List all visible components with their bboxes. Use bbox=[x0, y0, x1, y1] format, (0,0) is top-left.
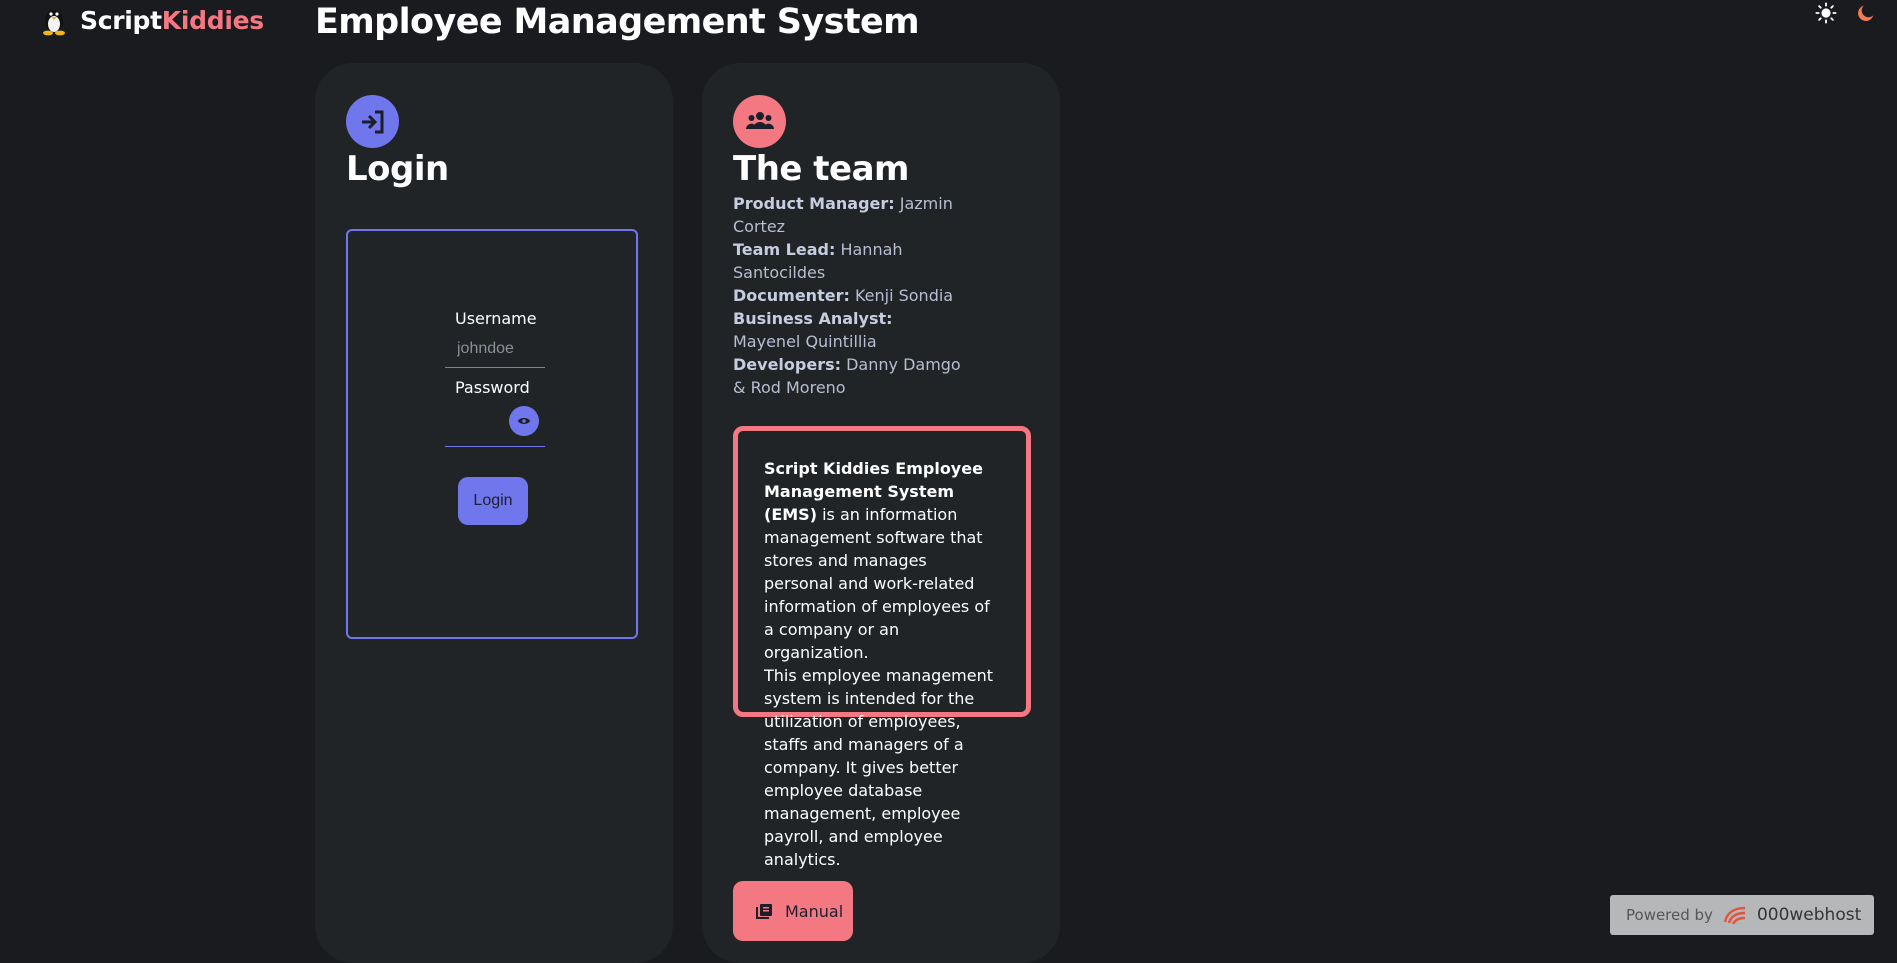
manual-button[interactable]: Manual bbox=[733, 881, 853, 941]
host-name: 000webhost bbox=[1756, 905, 1862, 925]
login-icon-circle bbox=[346, 95, 399, 148]
penguin-icon bbox=[43, 10, 65, 36]
team-member: Business Analyst: Mayenel Quintillia bbox=[733, 309, 893, 351]
login-form: Username Password Login bbox=[445, 309, 545, 525]
moon-icon[interactable] bbox=[1855, 2, 1877, 24]
eye-icon[interactable] bbox=[509, 406, 539, 436]
login-form-box: Username Password Login bbox=[346, 229, 638, 639]
username-label: Username bbox=[455, 309, 537, 328]
login-button[interactable]: Login bbox=[458, 477, 528, 525]
manual-label: Manual bbox=[785, 901, 844, 921]
page-title: Employee Management System bbox=[315, 2, 920, 42]
brand-name: ScriptKiddies bbox=[80, 5, 264, 35]
powered-by-badge[interactable]: Powered by 000webhost bbox=[1610, 895, 1874, 935]
book-icon bbox=[756, 904, 772, 919]
sun-icon[interactable] bbox=[1815, 2, 1837, 24]
team-icon-circle bbox=[733, 95, 786, 148]
theme-toggles bbox=[1815, 2, 1877, 24]
login-title: Login bbox=[346, 149, 449, 189]
team-member: Developers: Danny Damgo & Rod Moreno bbox=[733, 355, 961, 397]
about-paragraph-1: is an information management software th… bbox=[764, 505, 990, 662]
powered-label: Powered by bbox=[1626, 906, 1713, 924]
team-member: Team Lead: Hannah Santocildes bbox=[733, 240, 903, 282]
team-icon bbox=[745, 111, 774, 129]
webhost-logo-icon bbox=[1723, 906, 1745, 925]
username-input[interactable] bbox=[445, 330, 545, 368]
password-wrapper bbox=[445, 397, 545, 447]
password-label: Password bbox=[455, 378, 530, 397]
team-card: The team Product Manager: Jazmin Cortez … bbox=[702, 63, 1060, 963]
about-box: Script Kiddies Employee Management Syste… bbox=[733, 426, 1031, 869]
team-member: Product Manager: Jazmin Cortez bbox=[733, 194, 953, 236]
team-member: Documenter: Kenji Sondia bbox=[733, 286, 954, 305]
team-members: Product Manager: Jazmin Cortez Team Lead… bbox=[733, 192, 963, 399]
about-paragraph-2: This employee management system is inten… bbox=[764, 666, 994, 869]
team-title: The team bbox=[733, 149, 909, 189]
login-icon bbox=[361, 110, 383, 133]
login-card: Login Username Password Login bbox=[315, 63, 673, 963]
brand-logo[interactable]: ScriptKiddies bbox=[38, 2, 264, 38]
